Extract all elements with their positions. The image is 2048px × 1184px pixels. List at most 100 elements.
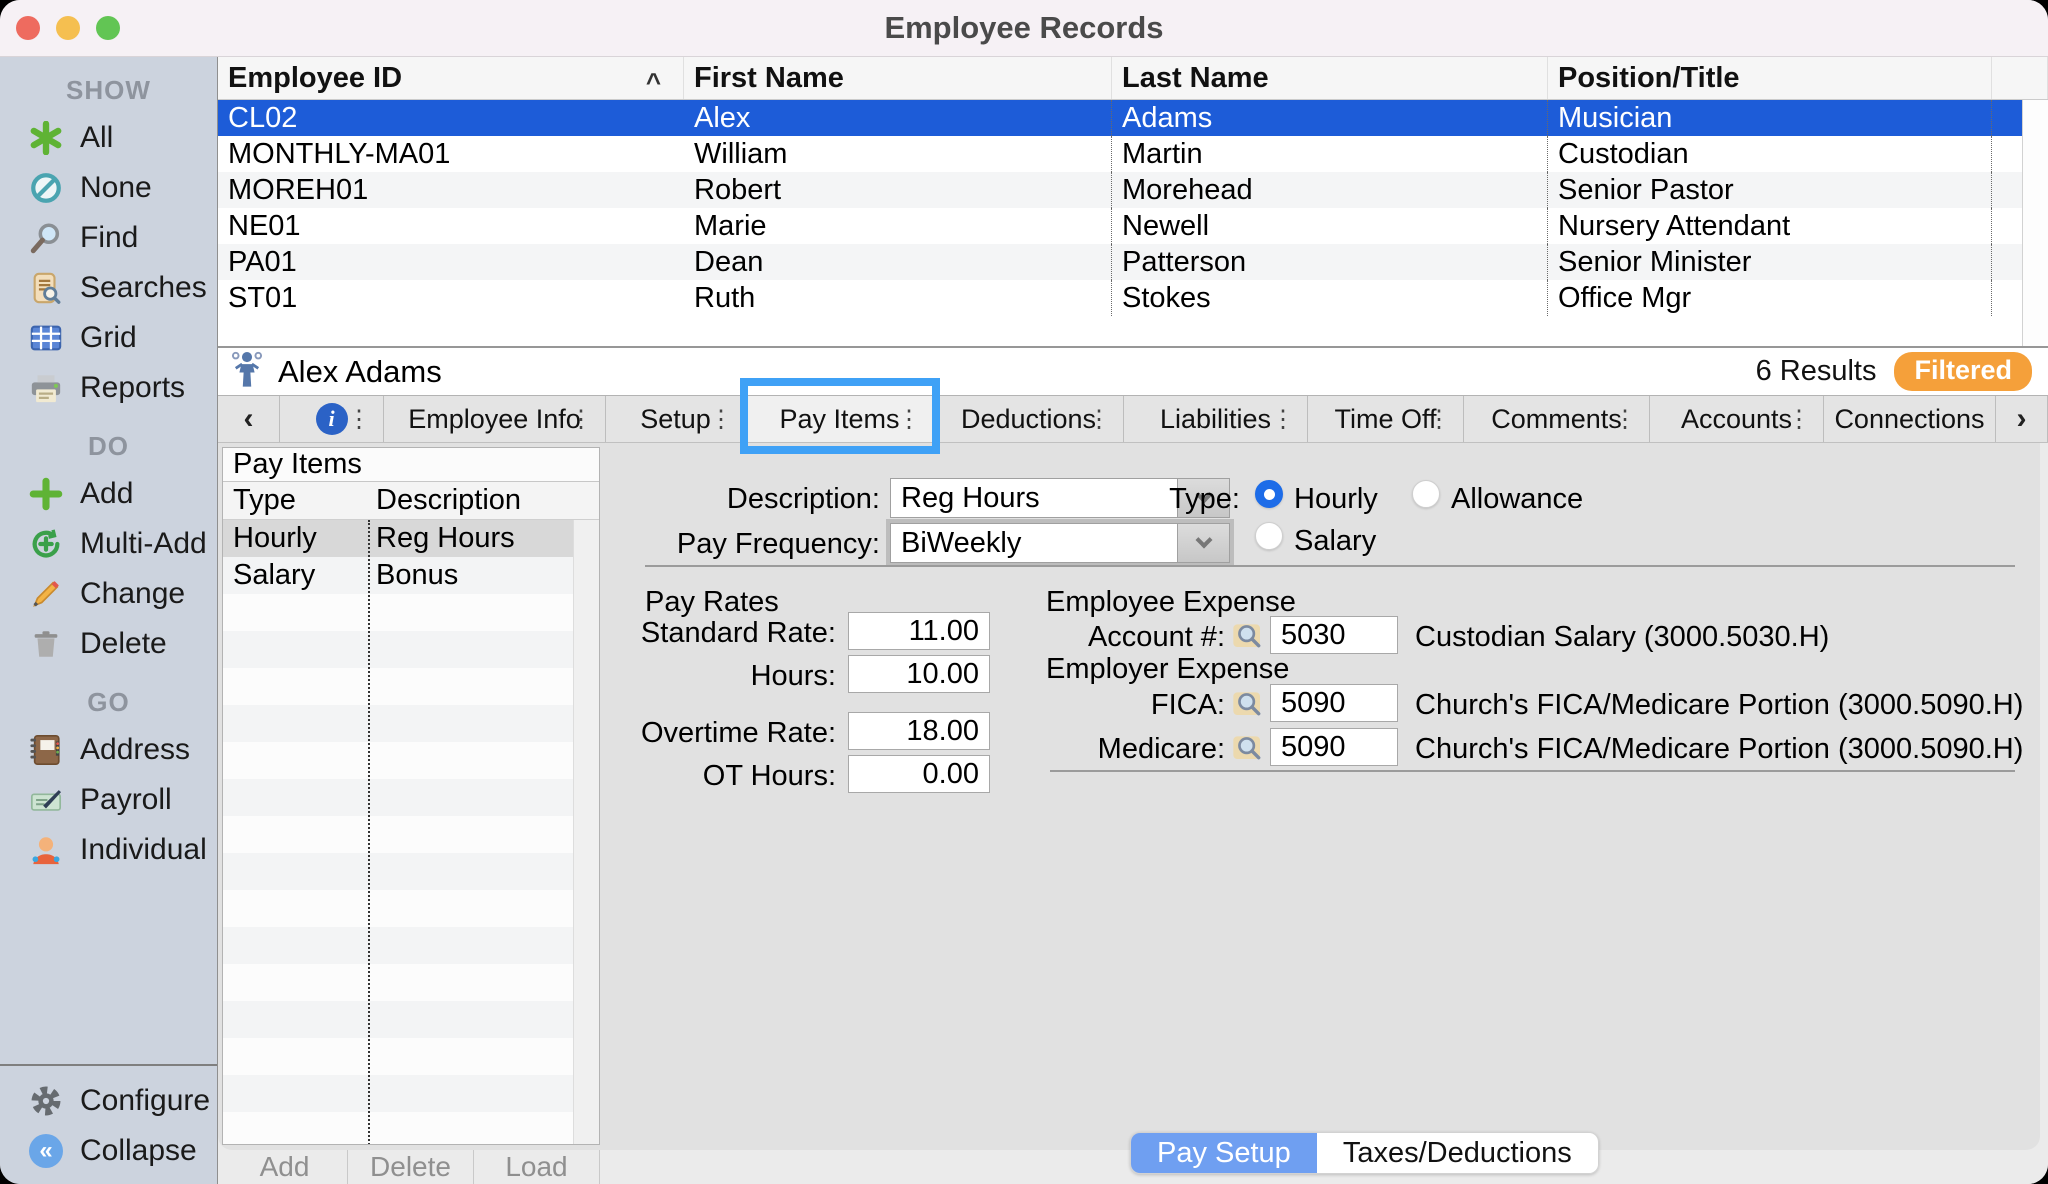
column-header-position-title[interactable]: Position/Title	[1548, 57, 1992, 99]
account-lookup-icon[interactable]	[1232, 620, 1264, 650]
table-row[interactable]: PA01 Dean Patterson Senior Minister	[218, 244, 2048, 280]
medicare-account-field[interactable]: 5090	[1270, 728, 1398, 766]
minimize-window-button[interactable]	[56, 16, 80, 40]
employer-expense-title: Employer Expense	[1046, 653, 1289, 686]
medicare-lookup-icon[interactable]	[1232, 732, 1264, 762]
table-scrollbar[interactable]	[2022, 100, 2048, 346]
tab-employee-info[interactable]: Employee Info ⋮	[384, 396, 606, 442]
person-icon	[28, 832, 64, 868]
tab-overflow-icon[interactable]: ⋮	[569, 405, 593, 434]
pay-items-buttons: Add Delete Load	[222, 1150, 600, 1184]
column-header-type[interactable]: Type	[223, 482, 368, 519]
table-row[interactable]: CL02 Alex Adams Musician	[218, 100, 2048, 136]
sidebar-item-individual[interactable]: Individual	[0, 825, 217, 875]
tab-setup[interactable]: Setup ⋮	[606, 396, 746, 442]
ot-hours-label: OT Hours:	[600, 760, 836, 793]
results-count: 6 Results	[1756, 355, 1877, 388]
tab-info[interactable]: i ⋮	[280, 396, 384, 442]
add-pay-item-button[interactable]: Add	[222, 1150, 348, 1184]
hours-label: Hours:	[600, 660, 836, 693]
sidebar-section-show: SHOW	[0, 67, 217, 113]
table-row[interactable]: MOREH01 Robert Morehead Senior Pastor	[218, 172, 2048, 208]
sidebar-item-configure[interactable]: Configure	[0, 1076, 217, 1126]
sidebar-item-grid[interactable]: Grid	[0, 313, 217, 363]
account-number-field[interactable]: 5030	[1270, 616, 1398, 654]
pay-setup-tab[interactable]: Pay Setup	[1131, 1133, 1317, 1173]
standard-rate-field[interactable]: 11.00	[848, 612, 990, 650]
tab-overflow-icon[interactable]: ⋮	[347, 405, 371, 434]
tab-scroll-left-button[interactable]: ‹	[218, 396, 280, 442]
load-pay-item-button[interactable]: Load	[474, 1150, 600, 1184]
tab-overflow-icon[interactable]: ⋮	[1787, 405, 1811, 434]
sidebar-item-multi-add[interactable]: Multi-Add	[0, 519, 217, 569]
pay-items-scrollbar[interactable]	[573, 520, 599, 1144]
column-header-last-name[interactable]: Last Name	[1112, 57, 1548, 99]
pay-items-list: Hourly Reg Hours Salary Bonus	[223, 520, 599, 1145]
radio-allowance-label: Allowance	[1451, 483, 1583, 516]
sidebar-item-delete[interactable]: Delete	[0, 619, 217, 669]
tab-overflow-icon[interactable]: ⋮	[709, 405, 733, 434]
tab-comments[interactable]: Comments ⋮	[1464, 396, 1650, 442]
fica-account-field[interactable]: 5090	[1270, 684, 1398, 722]
chevron-right-icon: ›	[2017, 402, 2027, 436]
sidebar-item-all[interactable]: All	[0, 113, 217, 163]
radio-salary[interactable]	[1255, 522, 1283, 550]
sidebar-item-collapse[interactable]: « Collapse	[0, 1126, 217, 1176]
radio-hourly[interactable]	[1255, 480, 1283, 508]
filtered-badge[interactable]: Filtered	[1894, 352, 2032, 391]
sidebar-item-searches[interactable]: Searches	[0, 263, 217, 313]
employee-person-icon	[230, 350, 264, 393]
tab-overflow-icon[interactable]: ⋮	[1271, 405, 1295, 434]
tab-overflow-icon[interactable]: ⋮	[1087, 405, 1111, 434]
magnifier-icon	[28, 220, 64, 256]
tab-connections[interactable]: Connections	[1824, 396, 1996, 442]
tab-deductions[interactable]: Deductions ⋮	[934, 396, 1124, 442]
sidebar-item-add[interactable]: Add	[0, 469, 217, 519]
sidebar-item-none[interactable]: None	[0, 163, 217, 213]
sidebar-item-payroll[interactable]: Payroll	[0, 775, 217, 825]
record-header-bar: Alex Adams 6 Results Filtered	[218, 348, 2048, 396]
overtime-rate-field[interactable]: 18.00	[848, 712, 990, 750]
close-window-button[interactable]	[16, 16, 40, 40]
trash-icon	[28, 626, 64, 662]
plus-icon	[28, 476, 64, 512]
fica-lookup-icon[interactable]	[1232, 688, 1264, 718]
column-header-description[interactable]: Description	[368, 482, 599, 519]
ot-hours-field[interactable]: 0.00	[848, 755, 990, 793]
account-description: Custodian Salary (3000.5030.H)	[1415, 621, 1829, 654]
table-row[interactable]: MONTHLY-MA01 William Martin Custodian	[218, 136, 2048, 172]
chevron-down-icon	[1195, 532, 1212, 549]
column-header-first-name[interactable]: First Name	[684, 57, 1112, 99]
tab-overflow-icon[interactable]: ⋮	[1613, 405, 1637, 434]
tab-overflow-icon[interactable]: ⋮	[897, 405, 921, 434]
column-header-employee-id[interactable]: Employee ID ^	[218, 57, 684, 99]
scroll-search-icon	[28, 270, 64, 306]
overtime-rate-label: Overtime Rate:	[600, 717, 836, 750]
tab-pay-items[interactable]: Pay Items ⋮	[746, 396, 934, 442]
taxes-deductions-tab[interactable]: Taxes/Deductions	[1317, 1133, 1598, 1173]
tab-time-off[interactable]: Time Off ⋮	[1308, 396, 1464, 442]
sidebar-item-address[interactable]: Address	[0, 725, 217, 775]
list-item[interactable]: Hourly Reg Hours	[223, 520, 599, 557]
medicare-description: Church's FICA/Medicare Portion (3000.509…	[1415, 733, 2023, 766]
zoom-window-button[interactable]	[96, 16, 120, 40]
sidebar-item-change[interactable]: Change	[0, 569, 217, 619]
record-name: Alex Adams	[278, 354, 442, 390]
sidebar-item-reports[interactable]: Reports	[0, 363, 217, 413]
table-row[interactable]: NE01 Marie Newell Nursery Attendant	[218, 208, 2048, 244]
tab-accounts[interactable]: Accounts ⋮	[1650, 396, 1824, 442]
delete-pay-item-button[interactable]: Delete	[348, 1150, 474, 1184]
chevron-left-icon: ‹	[244, 402, 254, 436]
tab-liabilities[interactable]: Liabilities ⋮	[1124, 396, 1308, 442]
list-item[interactable]: Salary Bonus	[223, 557, 599, 594]
hours-field[interactable]: 10.00	[848, 655, 990, 693]
tab-overflow-icon[interactable]: ⋮	[1427, 405, 1451, 434]
table-row[interactable]: ST01 Ruth Stokes Office Mgr	[218, 280, 2048, 316]
check-pen-icon	[28, 782, 64, 818]
sidebar-item-find[interactable]: Find	[0, 213, 217, 263]
detail-tab-bar: ‹ i ⋮ Employee Info ⋮ Setup ⋮ Pay Items …	[218, 396, 2048, 443]
tab-scroll-right-button[interactable]: ›	[1996, 396, 2048, 442]
radio-allowance[interactable]	[1412, 480, 1440, 508]
collapse-circle-icon: «	[28, 1133, 64, 1169]
pay-frequency-dropdown[interactable]: BiWeekly	[890, 523, 1230, 563]
